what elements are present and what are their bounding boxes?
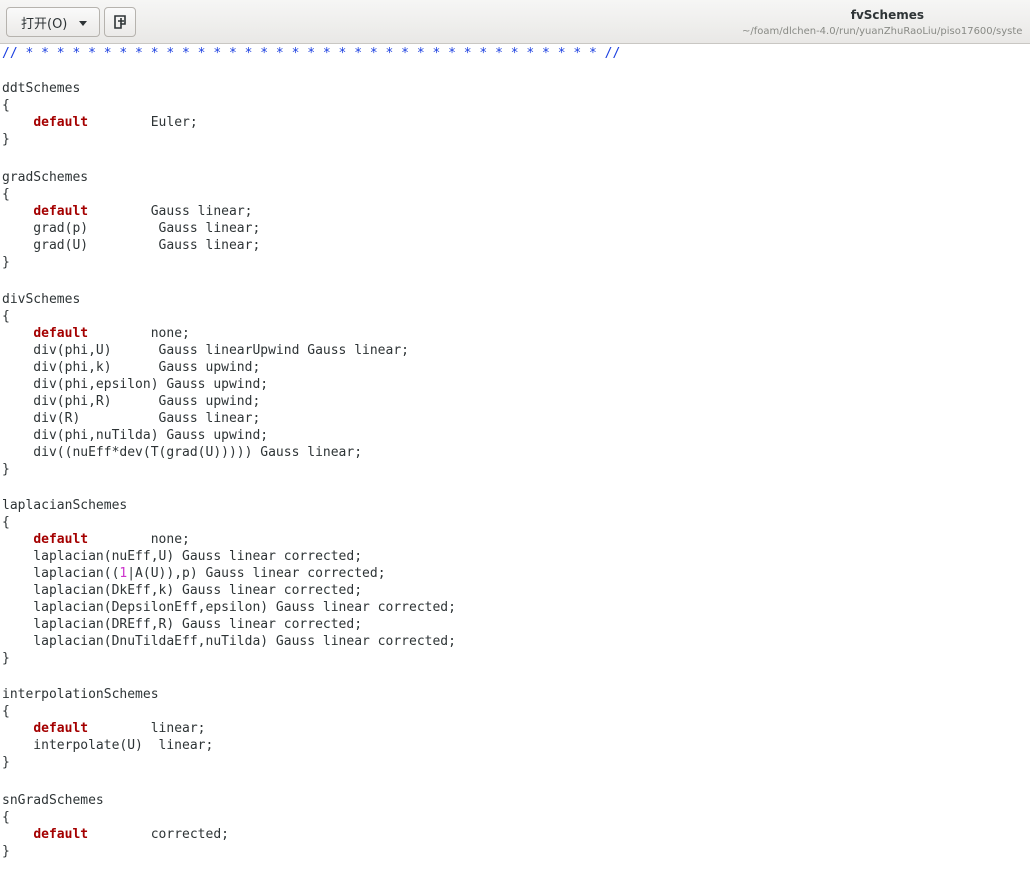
keyword-default: default [33,326,89,341]
new-document-icon [114,15,126,29]
code-editor[interactable]: // * * * * * * * * * * * * * * * * * * *… [0,45,1030,890]
code-line: interpolate(U) linear; [2,738,214,753]
code-line: { [2,704,10,719]
code-value: Euler; [88,115,198,130]
chevron-down-icon [79,20,88,26]
code-value: none; [88,326,190,341]
keyword-default: default [33,721,89,736]
sngrad-schemes-header: snGradSchemes [2,793,104,808]
open-button-label: 打开(O) [21,16,68,32]
code-line: } [2,844,10,859]
code-line: grad(U) Gauss linear; [2,238,261,253]
code-line: grad(p) Gauss linear; [2,221,261,236]
code-value: linear; [88,721,206,736]
keyword-default: default [33,204,89,219]
code-line: laplacian(DnuTildaEff,nuTilda) Gauss lin… [2,634,456,649]
keyword-default: default [33,827,89,842]
window-title: fvSchemes [850,8,924,22]
code-line: } [2,255,10,270]
code-line: div(phi,epsilon) Gauss upwind; [2,377,269,392]
code-line: default none; [2,531,190,548]
code-line: default linear; [2,720,206,737]
comment-separator: // * * * * * * * * * * * * * * * * * * *… [2,46,621,61]
code-line: laplacian((1|A(U)),p) Gauss linear corre… [2,565,386,582]
code-line: div((nuEff*dev(T(grad(U))))) Gauss linea… [2,445,363,460]
code-line: default Euler; [2,114,198,131]
laplacian-schemes-header: laplacianSchemes [2,498,128,513]
file-path: ~/foam/dlchen-4.0/run/yuanZhuRaoLiu/piso… [742,26,1023,37]
header-bar: 打开(O) fvSchemes ~/foam/dlchen-4.0/run/yu… [0,0,1030,44]
interpolation-schemes-header: interpolationSchemes [2,687,159,702]
code-line: default corrected; [2,826,229,843]
new-document-button[interactable] [104,7,136,37]
code-value: corrected; [88,827,229,842]
code-line: div(R) Gauss linear; [2,411,261,426]
code-line: { [2,810,10,825]
code-line: } [2,755,10,770]
code-line: default none; [2,325,190,342]
code-line: div(phi,U) Gauss linearUpwind Gauss line… [2,343,409,358]
ddt-schemes-header: ddtSchemes [2,81,81,96]
code-line: { [2,187,10,202]
div-schemes-header: divSchemes [2,292,81,307]
code-line: div(phi,k) Gauss upwind; [2,360,261,375]
code-line: } [2,132,10,147]
keyword-default: default [33,115,89,130]
code-line: div(phi,nuTilda) Gauss upwind; [2,428,269,443]
grad-schemes-header: gradSchemes [2,170,89,185]
code-line: { [2,515,10,530]
code-line: laplacian(DepsilonEff,epsilon) Gauss lin… [2,600,456,615]
code-text: laplacian(( [2,566,120,581]
code-line: } [2,651,10,666]
code-line: laplacian(nuEff,U) Gauss linear correcte… [2,549,363,564]
code-line: } [2,462,10,477]
open-button[interactable]: 打开(O) [6,7,100,37]
code-value: none; [88,532,190,547]
code-line: div(phi,R) Gauss upwind; [2,394,261,409]
code-line: laplacian(DkEff,k) Gauss linear correcte… [2,583,363,598]
keyword-default: default [33,532,89,547]
code-text: |A(U)),p) Gauss linear corrected; [127,566,386,581]
code-line: laplacian(DREff,R) Gauss linear correcte… [2,617,363,632]
code-line: { [2,98,10,113]
code-value: Gauss linear; [88,204,253,219]
code-line: default Gauss linear; [2,203,252,220]
code-line: { [2,309,10,324]
